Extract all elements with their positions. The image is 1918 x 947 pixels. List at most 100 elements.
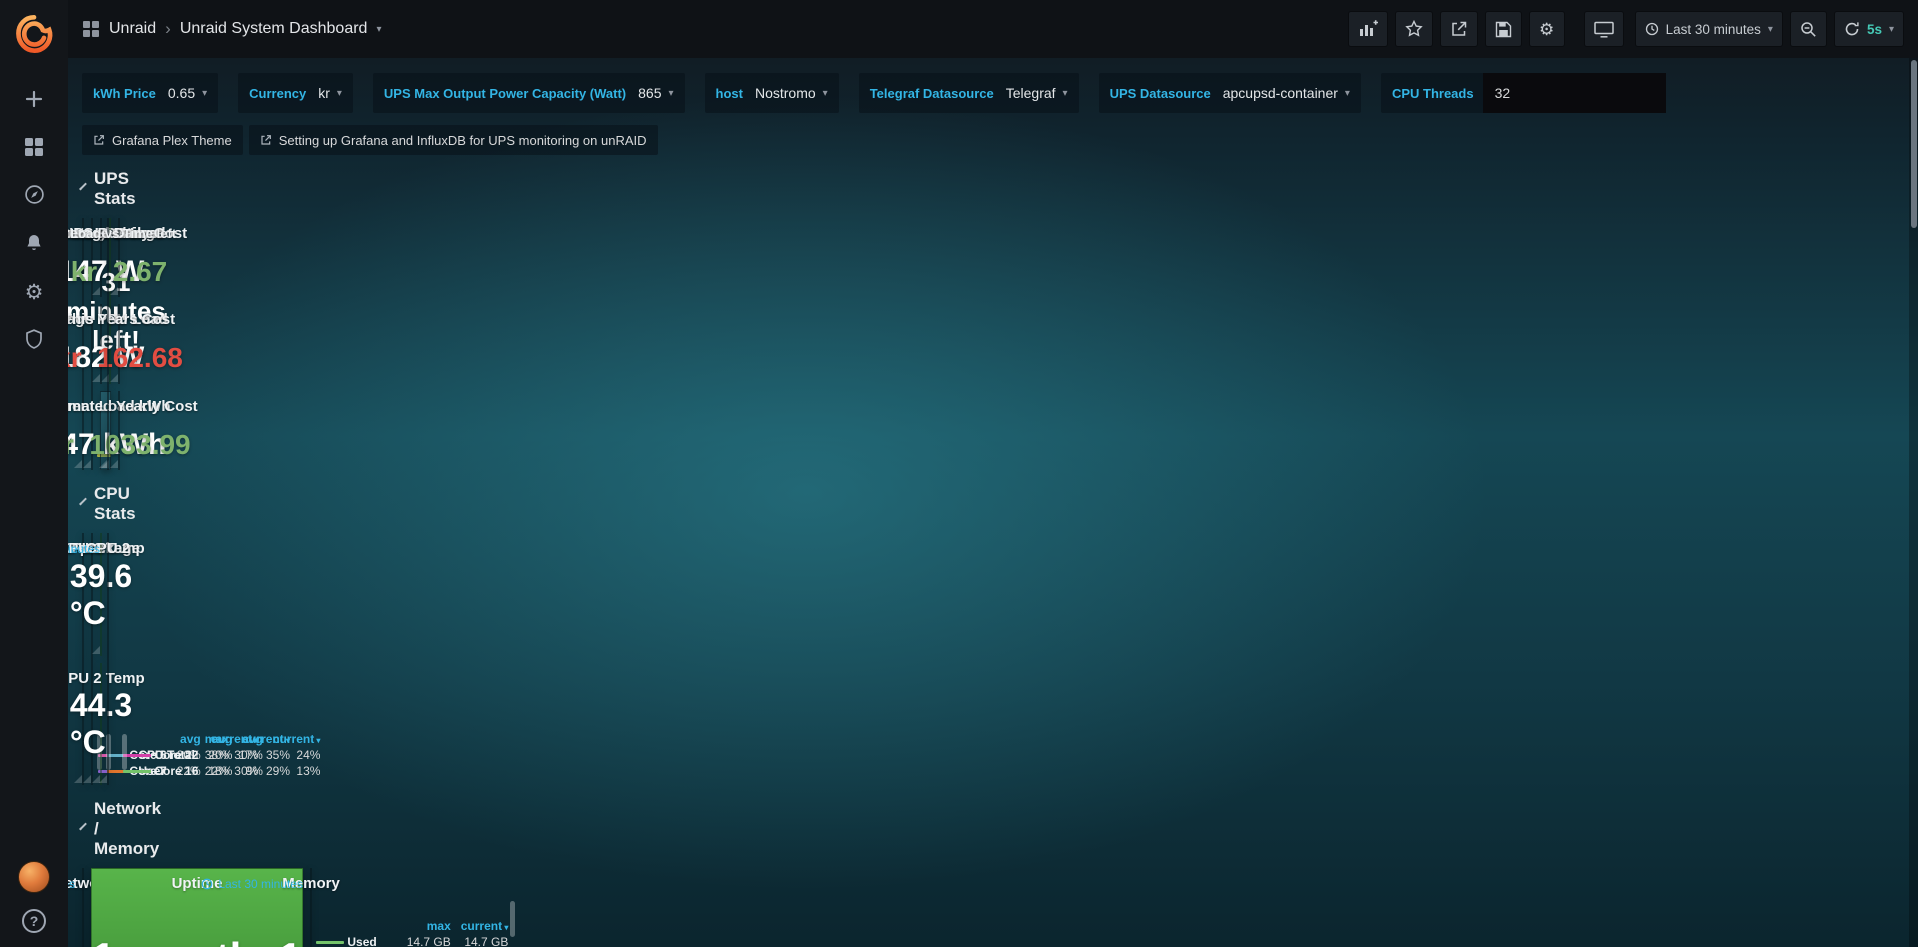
caret-down-icon: ▾: [669, 88, 674, 99]
grafana-app: ⚙ ? Unraid › Unraid System Dashboard ▾: [0, 0, 1918, 947]
variable-host[interactable]: host Nostromo▾: [705, 73, 839, 113]
clock-icon: [201, 878, 213, 890]
grafana-logo[interactable]: [14, 14, 54, 54]
panel-estimated-yearly-cost[interactable]: Estimated Yearly Cost kr 1033.99: [118, 391, 120, 470]
scrollbar-thumb[interactable]: [1911, 60, 1917, 228]
caret-down-icon: ▾: [1063, 88, 1068, 99]
time-range-picker[interactable]: Last 30 minutes ▾: [1635, 11, 1783, 47]
save-icon: [1495, 21, 1512, 38]
external-link-icon: [260, 134, 272, 146]
gear-icon: ⚙: [1539, 21, 1554, 38]
variable-label: host: [705, 86, 752, 101]
sidebar-item-server-admin[interactable]: [0, 316, 68, 364]
bell-icon: [24, 233, 44, 256]
legend-row[interactable]: Used14.7 GB14.7 GB: [311, 934, 513, 947]
time-range-label: Last 30 minutes: [1666, 22, 1761, 37]
share-icon: [1450, 20, 1468, 38]
panel-time-range[interactable]: Last 30 minutes: [201, 877, 303, 891]
legend-row[interactable]: Core 1618%29%: [118, 763, 295, 779]
panel-this-years-cost[interactable]: This Years Cost kr 162.68: [118, 304, 120, 383]
refresh-button[interactable]: 5s ▾: [1834, 11, 1904, 47]
dashboard-settings-button[interactable]: ⚙: [1529, 11, 1565, 47]
shield-icon: [25, 329, 43, 352]
variable-value: 865: [638, 85, 661, 101]
dashboard-canvas: UPS Stats UPS Load % Last 12 hours UPS L…: [68, 155, 96, 947]
page-scrollbar[interactable]: [1909, 58, 1918, 947]
chevron-down-icon: [79, 183, 87, 191]
add-panel-button[interactable]: [1348, 11, 1388, 47]
topnav-actions: ⚙ Last 30 minutes ▾ 5s ▾: [1348, 11, 1904, 47]
user-avatar[interactable]: [18, 861, 50, 893]
legend-column-header[interactable]: max: [402, 918, 456, 934]
panel-network-graph: Network Last 30 minutes: [82, 868, 84, 947]
panel-memory-graph: Memory Last 30 minutes maxcurrent ▾ Used…: [310, 868, 312, 947]
memory-legend: maxcurrent ▾ Used14.7 GB14.7 GB Buffered…: [311, 898, 516, 947]
variable-ups-max-output[interactable]: UPS Max Output Power Capacity (Watt) 865…: [373, 73, 685, 113]
compass-icon: [24, 184, 45, 208]
refresh-interval-label: 5s: [1867, 22, 1882, 37]
sidebar-item-alerting[interactable]: [0, 220, 68, 268]
variable-value: apcupsd-container: [1223, 85, 1338, 101]
dashboards-grid-icon: [24, 137, 44, 160]
variable-currency[interactable]: Currency kr ▾: [238, 73, 353, 113]
panel-title: CPU 2 Temp: [57, 670, 144, 687]
caret-down-icon[interactable]: ▾: [376, 24, 381, 35]
caret-down-icon: ▾: [823, 88, 828, 99]
add-panel-icon: [1358, 19, 1378, 39]
dashboard-link[interactable]: Grafana Plex Theme: [82, 125, 243, 155]
variable-kwh-price[interactable]: kWh Price 0.65▾: [82, 73, 218, 113]
cpu-threads-input[interactable]: [1483, 73, 1666, 113]
series-color-dash: [316, 941, 344, 944]
legend-column-header[interactable]: avg: [203, 731, 237, 747]
variable-value: 0.65: [168, 85, 195, 101]
plus-icon: [24, 89, 44, 112]
cpu2-legend: avgcurrent ▾ Core 2220%35% Core 1618%29%: [108, 731, 128, 784]
favorite-button[interactable]: [1395, 11, 1433, 47]
star-icon: [1405, 20, 1423, 38]
variable-value: kr: [318, 85, 330, 101]
legend-scrollbar[interactable]: [122, 734, 127, 770]
legend-row[interactable]: Core 2220%35%: [118, 747, 295, 763]
breadcrumb: Unraid › Unraid System Dashboard ▾: [82, 19, 381, 39]
sidebar-item-configuration[interactable]: ⚙: [0, 268, 68, 316]
caret-down-icon: ▾: [1768, 24, 1773, 35]
legend-column-header[interactable]: current ▾: [456, 918, 514, 934]
variable-ups-datasource[interactable]: UPS Datasource apcupsd-container▾: [1099, 73, 1361, 113]
monitor-icon: [1594, 21, 1614, 38]
panel-ups-load-vs-time-left: UPS Load vs Time left 100 W125 W150 W175…: [107, 218, 109, 470]
share-button[interactable]: [1440, 11, 1478, 47]
panel-title: This Years Cost: [63, 311, 175, 328]
tv-mode-button[interactable]: [1584, 11, 1624, 47]
variable-telegraf-datasource[interactable]: Telegraf Datasource Telegraf▾: [859, 73, 1079, 113]
sidebar: ⚙ ?: [0, 0, 68, 947]
help-icon[interactable]: ?: [22, 909, 46, 933]
panel-cpu2-temp[interactable]: CPU 2 Temp 44.3 °C: [100, 663, 102, 786]
legend-column-header[interactable]: current ▾: [237, 731, 295, 747]
top-navbar: Unraid › Unraid System Dashboard ▾: [68, 0, 1918, 58]
zoom-out-button[interactable]: [1790, 11, 1827, 47]
refresh-icon: [1844, 21, 1860, 37]
breadcrumb-app[interactable]: Unraid: [109, 20, 156, 38]
dashboard-link[interactable]: Setting up Grafana and InfluxDB for UPS …: [249, 125, 658, 155]
gear-icon: ⚙: [25, 282, 44, 303]
save-button[interactable]: [1485, 11, 1522, 47]
dashboard-links: Grafana Plex Theme Setting up Grafana an…: [68, 119, 1918, 155]
clock-icon: [1645, 22, 1659, 36]
sidebar-item-dashboards[interactable]: [0, 124, 68, 172]
variable-label: CPU Threads: [1381, 86, 1483, 101]
caret-down-icon: ▾: [1889, 24, 1894, 35]
breadcrumb-separator-icon: ›: [165, 19, 171, 39]
breadcrumb-dashboard[interactable]: Unraid System Dashboard: [180, 20, 368, 38]
caret-down-icon: ▾: [1345, 88, 1350, 99]
chevron-down-icon: [79, 823, 87, 831]
variable-label: kWh Price: [82, 86, 165, 101]
caret-down-icon: ▾: [337, 88, 342, 99]
apps-grid-icon: [82, 20, 100, 38]
stat-value: 1 month, 1: [92, 898, 302, 947]
sidebar-item-explore[interactable]: [0, 172, 68, 220]
panel-cpu2-graph: CPU 2 Last 30 minutes avgcurrent ▾ Core …: [107, 533, 109, 785]
legend-scrollbar[interactable]: [510, 901, 515, 937]
variable-value: Telegraf: [1006, 85, 1056, 101]
sidebar-item-create[interactable]: [0, 76, 68, 124]
variable-label: Currency: [238, 86, 315, 101]
